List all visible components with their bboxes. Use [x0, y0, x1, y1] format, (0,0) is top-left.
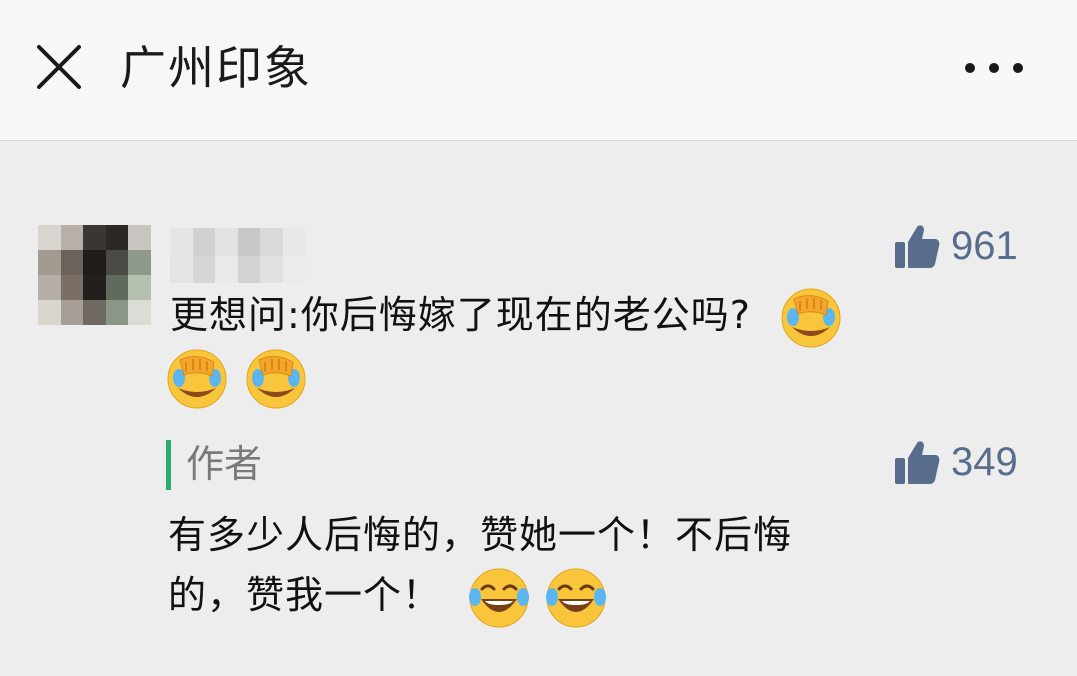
username-blurred[interactable] — [170, 228, 305, 283]
reply-like-button[interactable]: 349 — [893, 438, 1018, 486]
comment-text: 更想问:你后悔嫁了现在的老公吗? — [170, 293, 751, 337]
close-button[interactable] — [34, 42, 84, 92]
comment-like-button[interactable]: 961 — [893, 222, 1018, 270]
thumbs-up-icon — [895, 441, 940, 484]
laughing-tears-emoji-icon — [545, 567, 607, 629]
facepalm-tears-emoji-icon — [245, 348, 307, 410]
avatar[interactable] — [38, 225, 151, 325]
reply-text-line-2: 的，赞我一个！ — [168, 565, 607, 629]
reply-author-label: 作者 — [186, 442, 263, 486]
comment-text-line: 更想问:你后悔嫁了现在的老公吗? — [170, 285, 842, 349]
reply-text-2: 的，赞我一个！ — [168, 573, 442, 617]
more-icon — [965, 63, 1023, 73]
reply-accent-bar — [166, 440, 171, 490]
laughing-tears-emoji-icon — [468, 567, 530, 629]
close-icon — [37, 45, 81, 89]
comment-emoji-line — [166, 346, 307, 410]
more-options-button[interactable] — [960, 48, 1028, 88]
page-title: 广州印象 — [120, 41, 312, 95]
reply-text-line-1: 有多少人后悔的，赞她一个！不后悔 — [168, 513, 793, 557]
reply-like-count: 349 — [951, 439, 1018, 484]
top-bar: 广州印象 — [0, 0, 1077, 141]
facepalm-tears-emoji-icon — [780, 287, 842, 349]
comment-like-count: 961 — [951, 223, 1018, 268]
thumbs-up-icon — [895, 225, 940, 268]
facepalm-tears-emoji-icon — [166, 348, 228, 410]
